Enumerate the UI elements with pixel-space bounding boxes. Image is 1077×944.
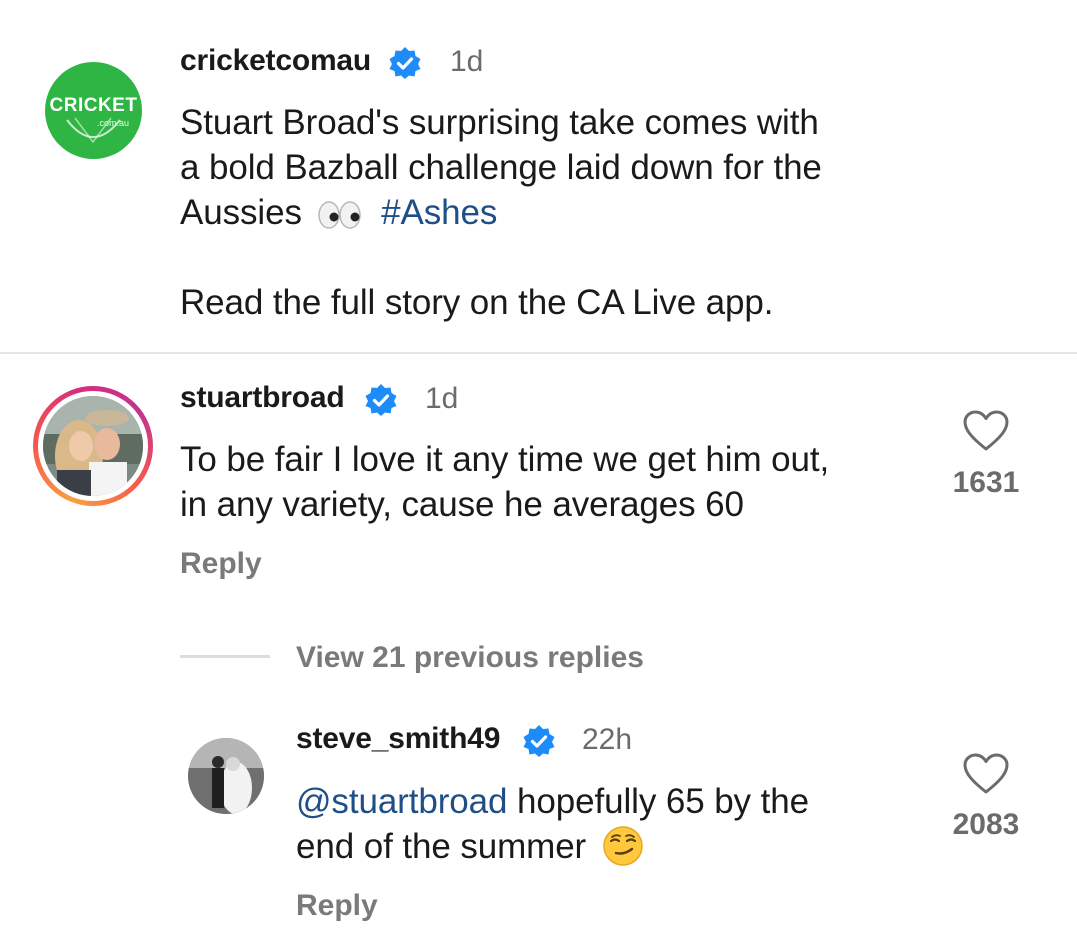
- caption-line-3: Aussies #Ashes: [180, 190, 940, 235]
- caption-hashtag[interactable]: #Ashes: [381, 193, 497, 232]
- heart-icon[interactable]: [963, 753, 1009, 795]
- reply1-line-2-text: end of the summer: [296, 827, 587, 866]
- caption-divider: [0, 352, 1077, 354]
- reply1-username[interactable]: steve_smith49: [296, 722, 500, 756]
- steve-smith-photo: [188, 738, 264, 814]
- cricket-logo-text: CRICKET: [49, 95, 138, 116]
- heart-icon[interactable]: [963, 410, 1009, 452]
- smirk-emoji-icon: [602, 826, 643, 866]
- verified-badge-icon: [523, 725, 555, 757]
- caption-line-3-text: Aussies: [180, 193, 302, 232]
- stuartbroad-avatar-ring[interactable]: [33, 386, 153, 506]
- reply1-line-1-rest: hopefully 65 by the: [507, 782, 809, 821]
- caption-text: Stuart Broad's surprising take comes wit…: [180, 100, 940, 325]
- reply1-reply-button[interactable]: Reply: [296, 889, 378, 923]
- eyes-emoji-icon: [318, 201, 362, 229]
- view-previous-replies-button[interactable]: View 21 previous replies: [296, 641, 644, 675]
- cricketcomau-avatar[interactable]: CRICKET .com.au: [45, 62, 142, 159]
- verified-badge-icon: [389, 47, 421, 79]
- caption-username[interactable]: cricketcomau: [180, 44, 371, 78]
- caption-line-4: Read the full story on the CA Live app.: [180, 283, 774, 322]
- reply1-time: 22h: [582, 723, 633, 756]
- thread-line: [180, 655, 270, 658]
- reply1-line-2: end of the summer: [296, 824, 916, 869]
- cricket-logo-subtext: .com.au: [97, 118, 130, 128]
- caption-time: 1d: [450, 45, 484, 78]
- reply1-mention[interactable]: @stuartbroad: [296, 782, 507, 821]
- reply1-like-count: 2083: [952, 808, 1020, 841]
- verified-badge-icon: [365, 384, 397, 416]
- comment1-like-count: 1631: [952, 466, 1020, 499]
- comment1-username[interactable]: stuartbroad: [180, 381, 345, 415]
- comment1-time: 1d: [425, 382, 459, 415]
- caption-line-1: Stuart Broad's surprising take comes wit…: [180, 103, 819, 142]
- caption-line-2: a bold Bazball challenge laid down for t…: [180, 148, 822, 187]
- stuartbroad-avatar: [43, 396, 143, 496]
- stuartbroad-photo: [43, 396, 143, 496]
- comment1-line-2: in any variety, cause he averages 60: [180, 485, 744, 524]
- reply1-line-1: @stuartbroad hopefully 65 by the: [296, 779, 916, 824]
- comment1-reply-button[interactable]: Reply: [180, 547, 262, 581]
- reply1-text: @stuartbroad hopefully 65 by the end of …: [296, 779, 916, 869]
- steve-smith-avatar[interactable]: [188, 738, 264, 814]
- comment1-text: To be fair I love it any time we get him…: [180, 437, 920, 527]
- comment1-line-1: To be fair I love it any time we get him…: [180, 440, 830, 479]
